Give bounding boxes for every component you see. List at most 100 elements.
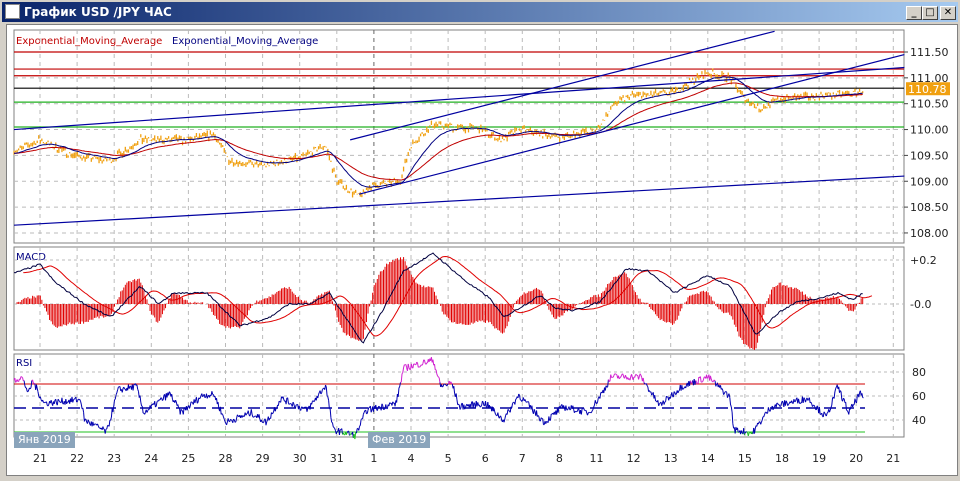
rsi-segment xyxy=(848,408,851,415)
rsi-segment xyxy=(242,415,244,417)
rsi-segment xyxy=(642,377,645,383)
rsi-segment xyxy=(442,384,445,387)
rsi-segment xyxy=(730,404,732,407)
rsi-segment xyxy=(330,417,333,423)
rsi-segment xyxy=(293,403,296,408)
x-tick-label: 13 xyxy=(664,452,678,465)
chart-canvas[interactable]: Exponential_Moving_Average Exponential_M… xyxy=(0,0,960,481)
rsi-segment xyxy=(473,402,476,405)
x-tick-label: 28 xyxy=(219,452,233,465)
rsi-segment xyxy=(635,374,638,376)
rsi-segment xyxy=(536,410,538,417)
rsi-segment xyxy=(787,404,789,406)
rsi-segment xyxy=(327,396,330,401)
rsi-segment xyxy=(629,376,632,381)
rsi-segment xyxy=(823,411,826,414)
rsi-segment xyxy=(306,408,309,412)
rsi-segment xyxy=(549,414,552,421)
trend-line xyxy=(13,175,905,226)
rsi-segment xyxy=(311,401,313,405)
rsi-segment xyxy=(702,376,705,380)
rsi-segment xyxy=(673,391,676,393)
rsi-segment xyxy=(779,405,782,407)
rsi-segment xyxy=(605,385,608,388)
rsi-segment xyxy=(263,419,265,423)
rsi-segment xyxy=(423,359,426,364)
rsi-segment xyxy=(593,404,595,408)
rsi-segment xyxy=(358,426,361,431)
rsi-segment xyxy=(438,377,441,383)
rsi-segment xyxy=(25,387,28,392)
rsi-segment xyxy=(367,407,370,411)
rsi-segment xyxy=(301,407,304,409)
rsi-segment xyxy=(858,392,861,398)
rsi-segment xyxy=(451,382,453,385)
rsi-segment xyxy=(654,395,657,401)
rsi-segment xyxy=(712,380,714,383)
rsi-segment xyxy=(803,397,806,400)
rsi-segment xyxy=(671,392,674,397)
rsi-segment xyxy=(147,409,149,411)
rsi-segment xyxy=(175,399,177,403)
rsi-segment xyxy=(400,373,403,383)
rsi-segment xyxy=(20,376,23,378)
rsi-segment xyxy=(514,399,517,405)
rsi-segment xyxy=(777,403,779,406)
x-tick-label: 7 xyxy=(519,452,526,465)
rsi-segment xyxy=(618,377,621,380)
rsi-segment xyxy=(211,391,214,395)
rsi-segment xyxy=(773,406,775,408)
rsi-segment xyxy=(843,398,846,403)
rsi-segment xyxy=(342,432,345,435)
x-tick-label: 12 xyxy=(627,452,641,465)
rsi-segment xyxy=(761,416,764,421)
rsi-segment xyxy=(568,406,571,410)
rsi-segment xyxy=(685,385,687,389)
x-tick-label: 5 xyxy=(445,452,452,465)
rsi-segment xyxy=(446,384,449,387)
y-tick-label: 108.50 xyxy=(910,201,949,214)
rsi-segment xyxy=(140,401,143,407)
y-tick-label: 110.50 xyxy=(910,98,949,111)
rsi-segment xyxy=(518,393,520,396)
rsi-segment xyxy=(322,388,324,390)
rsi-segment xyxy=(346,431,349,433)
rsi-segment xyxy=(494,411,497,415)
rsi-segment xyxy=(251,414,254,418)
rsi-segment xyxy=(794,398,797,402)
rsi-segment xyxy=(16,379,19,382)
rsi-segment xyxy=(75,396,78,403)
rsi-segment xyxy=(378,405,381,408)
rsi-segment xyxy=(499,415,502,417)
rsi-segment xyxy=(813,404,816,407)
rsi-segment xyxy=(301,406,303,408)
rsi-segment xyxy=(659,402,661,405)
x-tick-label: 15 xyxy=(738,452,752,465)
rsi-segment xyxy=(512,402,514,404)
rsi-segment xyxy=(565,405,568,410)
rsi-segment xyxy=(594,400,597,404)
x-tick-label: 21 xyxy=(886,452,900,465)
rsi-segment xyxy=(39,396,42,400)
x-tick-label: 11 xyxy=(590,452,604,465)
rsi-segment xyxy=(701,381,703,383)
x-tick-label: 8 xyxy=(556,452,563,465)
rsi-segment xyxy=(537,415,540,417)
rsi-segment xyxy=(80,401,82,405)
rsi-segment xyxy=(55,399,58,404)
rsi-segment xyxy=(527,401,530,403)
rsi-segment xyxy=(775,402,778,408)
price-panel xyxy=(13,29,905,244)
rsi-segment xyxy=(88,421,91,425)
rsi-segment xyxy=(728,393,731,398)
rsi-segment xyxy=(221,413,224,415)
rsi-segment xyxy=(646,385,649,388)
rsi-segment xyxy=(331,422,334,427)
rsi-segment xyxy=(294,404,297,409)
rsi-segment xyxy=(197,397,200,403)
rsi-segment xyxy=(672,391,675,398)
rsi-segment xyxy=(363,410,366,413)
rsi-segment xyxy=(401,372,404,375)
rsi-segment xyxy=(333,427,336,429)
rsi-segment xyxy=(97,425,100,429)
